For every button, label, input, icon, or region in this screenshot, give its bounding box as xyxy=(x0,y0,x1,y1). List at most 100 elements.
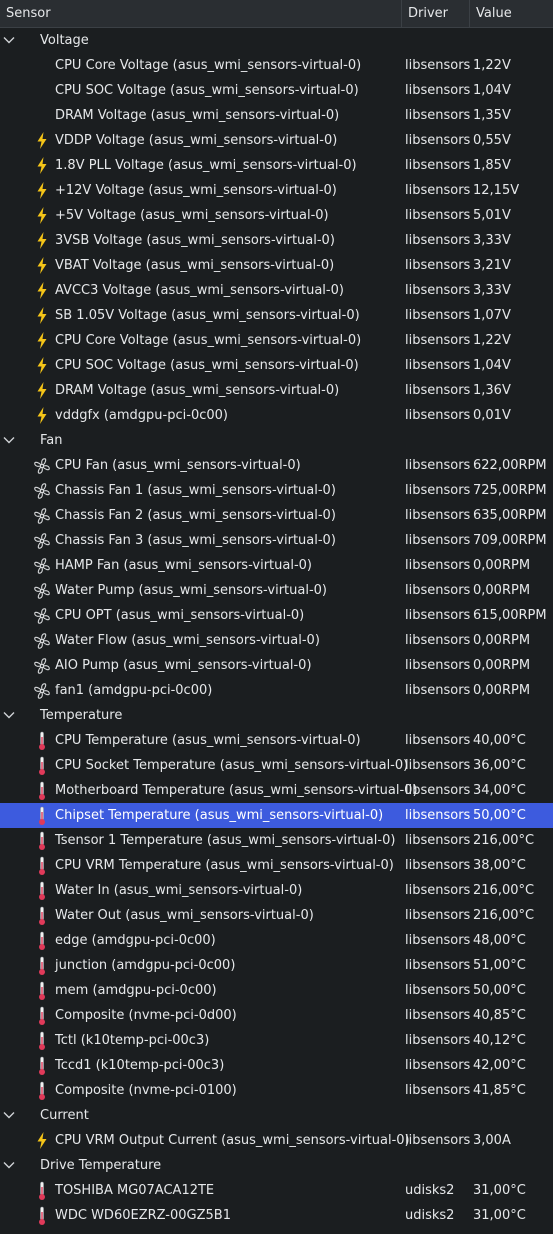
sensor-value: 12,15V xyxy=(473,183,520,198)
sensor-row[interactable]: DRAM Voltage (asus_wmi_sensors-virtual-0… xyxy=(0,378,553,403)
sensor-row[interactable]: edge (amdgpu-pci-0c00) libsensors 48,00°C xyxy=(0,928,553,953)
sensor-row[interactable]: 1.8V PLL Voltage (asus_wmi_sensors-virtu… xyxy=(0,153,553,178)
sensor-driver: libsensors xyxy=(405,758,471,773)
sensor-driver: libsensors xyxy=(405,83,471,98)
lightning-bolt-icon xyxy=(33,206,51,225)
sensor-driver: libsensors xyxy=(405,558,471,573)
sensor-row[interactable]: Chassis Fan 1 (asus_wmi_sensors-virtual-… xyxy=(0,478,553,503)
lightning-bolt-icon xyxy=(33,331,51,350)
sensor-row[interactable]: CPU Core Voltage (asus_wmi_sensors-virtu… xyxy=(0,328,553,353)
sensor-driver: libsensors xyxy=(405,633,471,648)
sensor-value: 50,00°C xyxy=(473,808,526,823)
fan-icon xyxy=(33,506,51,525)
sensor-name: AIO Pump (asus_wmi_sensors-virtual-0) xyxy=(55,658,312,673)
thermometer-icon xyxy=(33,831,51,850)
sensor-row[interactable]: Water In (asus_wmi_sensors-virtual-0) lib… xyxy=(0,878,553,903)
sensor-row[interactable]: CPU Fan (asus_wmi_sensors-virtual-0) libs… xyxy=(0,453,553,478)
chevron-down-icon[interactable] xyxy=(2,433,16,447)
group-label: Drive Temperature xyxy=(40,1158,162,1173)
sensor-value: 5,01V xyxy=(473,208,511,223)
table-header: Sensor Driver Value xyxy=(0,0,553,28)
sensor-driver: libsensors xyxy=(405,508,471,523)
sensor-row[interactable]: 3VSB Voltage (asus_wmi_sensors-virtual-0… xyxy=(0,228,553,253)
lightning-bolt-icon xyxy=(33,356,51,375)
sensor-row[interactable]: +12V Voltage (asus_wmi_sensors-virtual-0… xyxy=(0,178,553,203)
sensor-row[interactable]: Water Pump (asus_wmi_sensors-virtual-0) l… xyxy=(0,578,553,603)
sensor-row[interactable]: Water Flow (asus_wmi_sensors-virtual-0) l… xyxy=(0,628,553,653)
sensor-row[interactable]: Motherboard Temperature (asus_wmi_sensor… xyxy=(0,778,553,803)
column-header-driver[interactable]: Driver xyxy=(402,0,470,27)
sensor-name: Chassis Fan 2 (asus_wmi_sensors-virtual-… xyxy=(55,508,336,523)
sensor-row[interactable]: Chassis Fan 3 (asus_wmi_sensors-virtual-… xyxy=(0,528,553,553)
group-row-voltage[interactable]: Voltage xyxy=(0,28,553,53)
sensor-name: VDDP Voltage (asus_wmi_sensors-virtual-0… xyxy=(55,133,338,148)
sensor-row[interactable]: AVCC3 Voltage (asus_wmi_sensors-virtual-… xyxy=(0,278,553,303)
sensor-driver: libsensors xyxy=(405,58,471,73)
sensor-row[interactable]: CPU SOC Voltage (asus_wmi_sensors-virtua… xyxy=(0,353,553,378)
sensor-name: Composite (nvme-pci-0100) xyxy=(55,1083,237,1098)
sensor-driver: libsensors xyxy=(405,108,471,123)
sensor-row[interactable]: HAMP Fan (asus_wmi_sensors-virtual-0) lib… xyxy=(0,553,553,578)
sensor-value: 0,01V xyxy=(473,408,511,423)
sensor-row[interactable]: CPU OPT (asus_wmi_sensors-virtual-0) libs… xyxy=(0,603,553,628)
sensor-row[interactable]: Composite (nvme-pci-0100) libsensors 41,85… xyxy=(0,1078,553,1103)
sensor-row[interactable]: Tctl (k10temp-pci-00c3) libsensors 40,12°C xyxy=(0,1028,553,1053)
group-row-fan[interactable]: Fan xyxy=(0,428,553,453)
chevron-down-icon[interactable] xyxy=(2,708,16,722)
sensor-value: 40,12°C xyxy=(473,1033,526,1048)
sensor-row[interactable]: Composite (nvme-pci-0d00) libsensors 40,85… xyxy=(0,1003,553,1028)
sensor-row[interactable]: Tsensor 1 Temperature (asus_wmi_sensors-… xyxy=(0,828,553,853)
sensor-row[interactable]: Chipset Temperature (asus_wmi_sensors-vi… xyxy=(0,803,553,828)
sensor-name: mem (amdgpu-pci-0c00) xyxy=(55,983,217,998)
sensor-row[interactable]: vddgfx (amdgpu-pci-0c00) libsensors 0,01V xyxy=(0,403,553,428)
group-row-drive-temperature[interactable]: Drive Temperature xyxy=(0,1153,553,1178)
sensor-value: 1,35V xyxy=(473,108,511,123)
sensor-value: 0,00RPM xyxy=(473,583,531,598)
sensor-row[interactable]: +5V Voltage (asus_wmi_sensors-virtual-0)… xyxy=(0,203,553,228)
sensor-row[interactable]: AIO Pump (asus_wmi_sensors-virtual-0) lib… xyxy=(0,653,553,678)
chevron-down-icon[interactable] xyxy=(2,1158,16,1172)
sensor-value: 42,00°C xyxy=(473,1058,526,1073)
sensor-name: Water Pump (asus_wmi_sensors-virtual-0) xyxy=(55,583,327,598)
sensor-row[interactable]: DRAM Voltage (asus_wmi_sensors-virtual-0… xyxy=(0,103,553,128)
group-row-current[interactable]: Current xyxy=(0,1103,553,1128)
sensor-row[interactable]: VDDP Voltage (asus_wmi_sensors-virtual-0… xyxy=(0,128,553,153)
sensor-row[interactable]: WDC WD60EZRZ-00GZ5B1 udisks2 31,00°C xyxy=(0,1203,553,1228)
sensor-name: Tccd1 (k10temp-pci-00c3) xyxy=(55,1058,225,1073)
sensor-row[interactable]: Chassis Fan 2 (asus_wmi_sensors-virtual-… xyxy=(0,503,553,528)
sensor-value: 1,22V xyxy=(473,58,511,73)
sensor-name: 1.8V PLL Voltage (asus_wmi_sensors-virtu… xyxy=(55,158,357,173)
sensor-row[interactable]: TOSHIBA MG07ACA12TE udisks2 31,00°C xyxy=(0,1178,553,1203)
sensor-row[interactable]: mem (amdgpu-pci-0c00) libsensors 50,00°C xyxy=(0,978,553,1003)
sensor-name: +12V Voltage (asus_wmi_sensors-virtual-0… xyxy=(55,183,337,198)
sensor-row[interactable]: Tccd1 (k10temp-pci-00c3) libsensors 42,00°… xyxy=(0,1053,553,1078)
sensor-row[interactable]: CPU VRM Temperature (asus_wmi_sensors-vi… xyxy=(0,853,553,878)
sensor-value: 34,00°C xyxy=(473,783,526,798)
sensor-driver: libsensors xyxy=(405,333,471,348)
sensor-row[interactable]: CPU SOC Voltage (asus_wmi_sensors-virtua… xyxy=(0,78,553,103)
sensor-row[interactable]: Water Out (asus_wmi_sensors-virtual-0) li… xyxy=(0,903,553,928)
sensor-row[interactable]: CPU Temperature (asus_wmi_sensors-virtua… xyxy=(0,728,553,753)
chevron-down-icon[interactable] xyxy=(2,33,16,47)
sensor-driver: udisks2 xyxy=(405,1183,455,1198)
sensor-row[interactable]: VBAT Voltage (asus_wmi_sensors-virtual-0… xyxy=(0,253,553,278)
sensor-value: 622,00RPM xyxy=(473,458,547,473)
sensor-row[interactable]: CPU VRM Output Current (asus_wmi_sensors… xyxy=(0,1128,553,1153)
sensor-value: 41,85°C xyxy=(473,1083,526,1098)
column-header-sensor[interactable]: Sensor xyxy=(0,0,402,27)
sensor-value: 216,00°C xyxy=(473,883,535,898)
group-row-temperature[interactable]: Temperature xyxy=(0,703,553,728)
sensor-row[interactable]: CPU Socket Temperature (asus_wmi_sensors… xyxy=(0,753,553,778)
sensor-name: fan1 (amdgpu-pci-0c00) xyxy=(55,683,213,698)
sensor-value: 216,00°C xyxy=(473,908,535,923)
sensor-driver: libsensors xyxy=(405,483,471,498)
chevron-down-icon[interactable] xyxy=(2,1108,16,1122)
sensor-value: 38,00°C xyxy=(473,858,526,873)
sensor-name: edge (amdgpu-pci-0c00) xyxy=(55,933,216,948)
sensor-row[interactable]: junction (amdgpu-pci-0c00) libsensors 51,0… xyxy=(0,953,553,978)
sensor-row[interactable]: CPU Core Voltage (asus_wmi_sensors-virtu… xyxy=(0,53,553,78)
column-header-value[interactable]: Value xyxy=(470,0,553,27)
sensor-row[interactable]: SB 1.05V Voltage (asus_wmi_sensors-virtu… xyxy=(0,303,553,328)
sensor-value: 31,00°C xyxy=(473,1208,526,1223)
sensor-row[interactable]: fan1 (amdgpu-pci-0c00) libsensors 0,00RPM xyxy=(0,678,553,703)
